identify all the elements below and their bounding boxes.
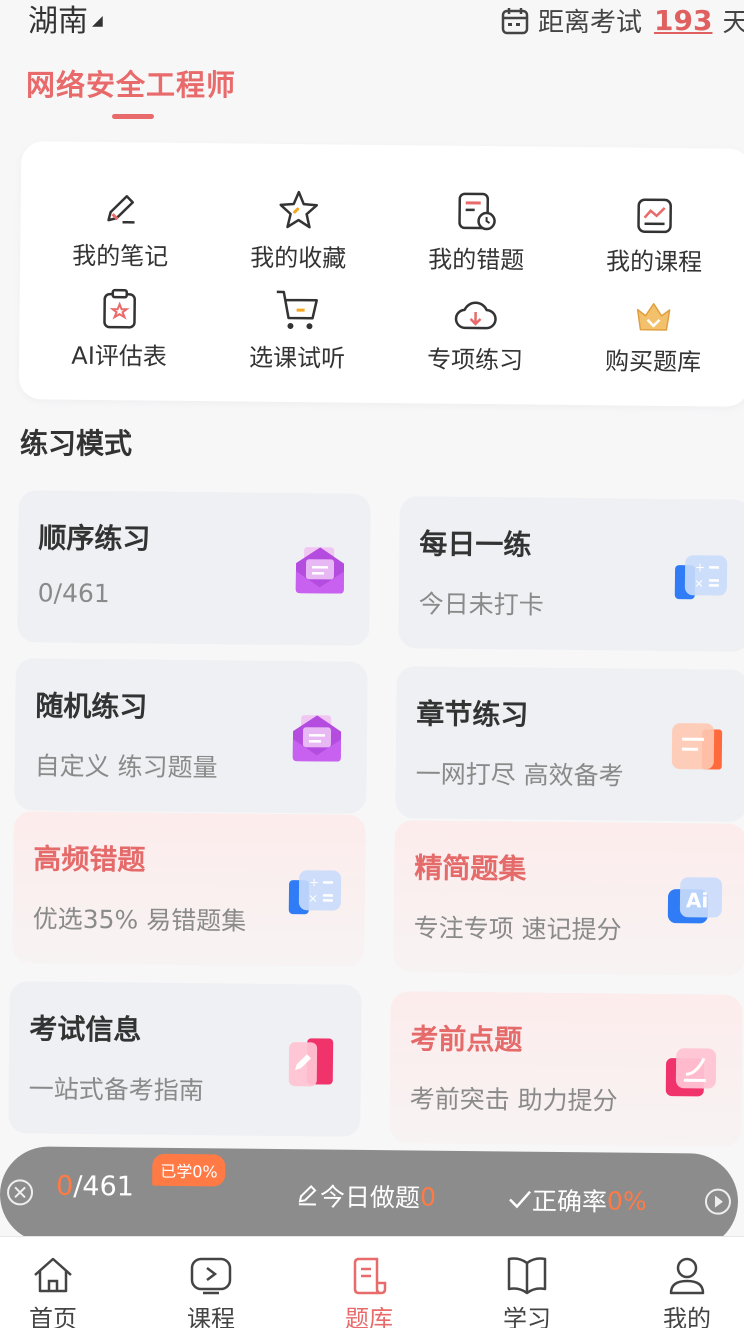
svg-text:×: × xyxy=(694,576,704,590)
svg-text:+: + xyxy=(695,560,705,574)
play-circle-icon[interactable] xyxy=(704,1188,732,1216)
quick-action-buy-bank[interactable]: 购买题库 xyxy=(573,289,734,378)
accuracy-rate[interactable]: 正确率 0% xyxy=(508,1181,647,1218)
mode-card-daily[interactable]: 每日一练 今日未打卡 + × xyxy=(398,496,744,652)
crown-icon xyxy=(636,303,671,331)
exam-countdown[interactable]: 距离考试 193 天 xyxy=(500,2,744,39)
book-icon xyxy=(507,1257,547,1295)
mode-card-sequential[interactable]: 顺序练习 0/461 xyxy=(17,490,371,646)
quick-action-trial-lessons[interactable]: 选课试听 xyxy=(217,285,378,374)
paper-icon xyxy=(665,1048,717,1097)
envelope-icon xyxy=(295,547,345,594)
book-edit-icon xyxy=(288,1038,334,1087)
play-icon xyxy=(190,1257,232,1295)
quick-actions-card: 我的笔记 我的收藏 我的错题 我的课程 AI评估表 选课试听 专项练习 购买题库 xyxy=(18,141,744,407)
tab-study[interactable]: 学习 xyxy=(477,1255,577,1328)
quick-action-favorites[interactable]: 我的收藏 xyxy=(218,185,379,274)
learned-badge: 已学0% xyxy=(152,1153,226,1187)
clipboard-star-icon xyxy=(103,288,136,329)
home-icon xyxy=(34,1257,72,1293)
question-bank-icon xyxy=(353,1257,387,1295)
calculator-icon: + × xyxy=(288,870,342,915)
course-chart-icon xyxy=(637,198,672,234)
quick-action-wrong-questions[interactable]: 我的错题 xyxy=(396,187,557,276)
mode-card-exam-info[interactable]: 考试信息 一站式备考指南 xyxy=(8,981,362,1137)
countdown-unit: 天 xyxy=(722,8,744,38)
mode-card-pre-exam-tips[interactable]: 考前点题 考前突击 助力提分 xyxy=(389,991,743,1147)
quick-action-special-practice[interactable]: 专项练习 xyxy=(395,287,556,376)
check-icon xyxy=(509,1190,532,1209)
close-icon[interactable] xyxy=(6,1178,34,1206)
envelope-icon xyxy=(292,715,342,762)
ai-icon: Ai xyxy=(667,877,723,924)
mode-card-chapter[interactable]: 章节练习 一网打尽 高效备考 xyxy=(395,666,744,822)
tab-courses[interactable]: 课程 xyxy=(161,1255,261,1328)
mode-card-random[interactable]: 随机练习 自定义 练习题量 xyxy=(14,658,368,814)
caret-down-icon: ◢ xyxy=(92,13,103,29)
quick-action-ai-assessment[interactable]: AI评估表 xyxy=(39,283,200,372)
calendar-icon xyxy=(501,7,529,34)
region-selector[interactable]: 湖南 ◢ xyxy=(28,0,103,40)
subject-tab-indicator xyxy=(112,114,154,119)
tab-home[interactable]: 首页 xyxy=(3,1255,103,1328)
cart-icon xyxy=(276,290,318,330)
section-title-practice-modes: 练习模式 xyxy=(20,427,133,460)
star-icon xyxy=(279,190,318,229)
svg-text:+: + xyxy=(309,875,319,889)
svg-text:Ai: Ai xyxy=(686,888,709,912)
subject-tab[interactable]: 网络安全工程师 xyxy=(26,62,236,104)
note-edit-icon xyxy=(107,195,135,224)
tab-mine[interactable]: 我的 xyxy=(637,1255,737,1328)
quick-action-notes[interactable]: 我的笔记 xyxy=(40,183,201,272)
study-progress-bar: 0/461 已学0% 今日做题 0 正确率 0% xyxy=(0,1146,739,1250)
user-icon xyxy=(669,1257,705,1295)
bottom-tab-bar: 首页 课程 题库 学习 我的 xyxy=(0,1236,744,1328)
wrong-questions-icon xyxy=(458,192,496,231)
today-questions[interactable]: 今日做题 0 xyxy=(296,1177,436,1214)
countdown-days: 193 xyxy=(654,4,713,37)
calculator-icon: + × xyxy=(674,555,728,600)
progress-count: 0/461 xyxy=(55,1170,135,1203)
tab-question-bank[interactable]: 题库 xyxy=(319,1255,419,1328)
quick-action-courses[interactable]: 我的课程 xyxy=(574,189,735,278)
mode-card-high-frequency-errors[interactable]: 高频错题 优选35% 易错题集 + × xyxy=(12,811,366,967)
cloud-download-icon xyxy=(454,301,497,330)
region-label: 湖南 xyxy=(28,4,88,39)
mode-card-concise-set[interactable]: 精简题集 专注专项 速记提分 Ai xyxy=(393,820,744,976)
pencil-icon xyxy=(298,1184,317,1206)
countdown-label: 距离考试 xyxy=(538,8,643,38)
top-bar: 湖南 ◢ 距离考试 193 天 xyxy=(0,0,744,44)
svg-text:×: × xyxy=(308,891,318,905)
chapter-icon xyxy=(671,723,723,770)
